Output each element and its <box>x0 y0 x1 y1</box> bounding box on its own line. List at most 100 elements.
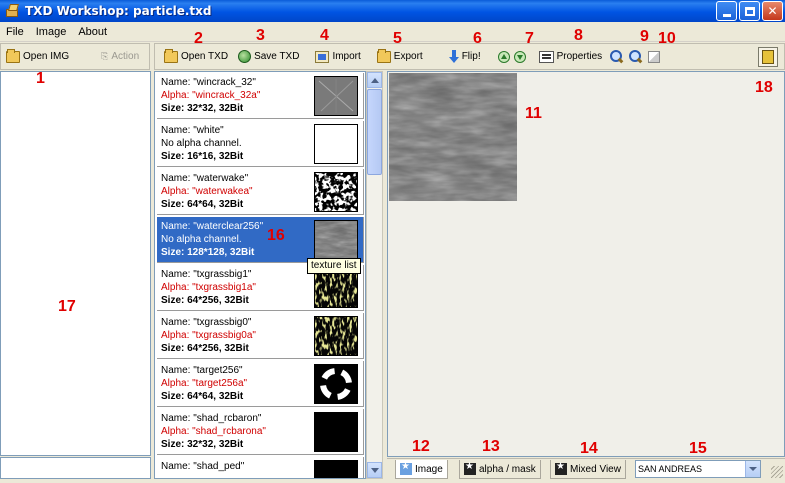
texture-list-scrollbar[interactable] <box>366 71 383 479</box>
zoom-out-button[interactable] <box>626 45 645 68</box>
zoom-in-icon <box>610 50 623 63</box>
export-label: Export <box>393 51 423 62</box>
minimize-button[interactable] <box>716 1 737 21</box>
title-bar[interactable]: TXD Workshop: particle.txd ✕ <box>0 0 785 22</box>
resize-grip[interactable] <box>771 466 783 478</box>
move-up-button[interactable] <box>496 45 512 68</box>
annotation-16: 16 <box>267 227 285 244</box>
texture-size: Size: 64*256, 32Bit <box>161 343 249 354</box>
texture-list[interactable]: Name: "wincrack_32" Alpha: "wincrack_32a"… <box>154 71 366 479</box>
texture-alpha: Alpha: "wincrack_32a" <box>161 90 261 101</box>
move-up-icon <box>497 50 510 63</box>
img-toolbar: Open IMG ⎘ Action <box>0 43 150 70</box>
save-icon <box>238 50 252 63</box>
tab-alpha-label: alpha / mask <box>479 463 536 475</box>
view-tabs: Image alpha / mask Mixed View SAN ANDREA… <box>387 458 785 479</box>
menu-file[interactable]: File <box>0 26 30 38</box>
open-txd-label: Open TXD <box>181 51 229 62</box>
texture-alpha: Alpha: "txgrassbig1a" <box>161 282 256 293</box>
properties-button[interactable]: Properties <box>534 45 608 68</box>
open-img-button[interactable]: Open IMG <box>1 45 74 68</box>
scroll-up-button[interactable] <box>367 72 382 88</box>
flip-button[interactable]: Flip! <box>444 45 486 68</box>
menu-image[interactable]: Image <box>30 26 73 38</box>
texture-list-item[interactable]: Name: "wincrack_32" Alpha: "wincrack_32a"… <box>157 73 364 119</box>
texture-name: Name: "waterclear256" <box>161 221 264 232</box>
texture-list-tooltip: texture list <box>307 258 361 274</box>
tab-image-label: Image <box>415 463 443 475</box>
tab-alpha-mask[interactable]: alpha / mask <box>459 460 541 479</box>
texture-thumbnail <box>314 412 358 452</box>
annotation-14: 14 <box>580 440 598 457</box>
tab-mixed-label: Mixed View <box>570 463 621 475</box>
texture-alpha: Alpha: "txgrassbig0a" <box>161 330 256 341</box>
scrollbar-thumb[interactable] <box>367 89 382 175</box>
texture-size: Size: 128*128, 32Bit <box>161 247 255 258</box>
properties-label: Properties <box>556 51 603 62</box>
annotation-4: 4 <box>320 27 329 44</box>
fit-view-button[interactable] <box>645 45 663 68</box>
minimize-icon <box>722 13 731 17</box>
texture-thumbnail <box>314 364 358 404</box>
close-button[interactable]: ✕ <box>762 1 783 21</box>
arrow-down-icon <box>448 49 459 64</box>
close-icon: ✕ <box>767 4 778 18</box>
zoom-in-button[interactable] <box>607 45 626 68</box>
img-file-list[interactable] <box>0 71 151 456</box>
save-txd-button[interactable]: Save TXD <box>233 45 304 68</box>
annotation-5: 5 <box>393 30 402 47</box>
annotation-11: 11 <box>525 105 542 122</box>
texture-list-item[interactable]: Name: "txgrassbig0" Alpha: "txgrassbig0a"… <box>157 313 364 359</box>
img-search-input[interactable] <box>0 457 151 479</box>
texture-size: Size: 64*256, 32Bit <box>161 295 249 306</box>
texture-name: Name: "white" <box>161 125 224 136</box>
texture-list-item[interactable]: Name: "shad_ped" <box>157 457 364 478</box>
texture-list-item[interactable]: Name: "shad_rcbaron" Alpha: "shad_rcbaron… <box>157 409 364 455</box>
fit-view-icon <box>648 50 661 63</box>
texture-list-item[interactable]: Name: "white" No alpha channel. Size: 16*1… <box>157 121 364 167</box>
window-title: TXD Workshop: particle.txd <box>25 4 212 18</box>
texture-thumbnail <box>314 316 358 356</box>
texture-thumbnail <box>314 460 358 478</box>
texture-thumbnail <box>314 76 358 116</box>
texture-size: Size: 32*32, 32Bit <box>161 103 244 114</box>
app-icon[interactable] <box>4 3 20 19</box>
chevron-down-icon[interactable] <box>745 461 760 477</box>
import-button[interactable]: Import <box>310 45 365 68</box>
export-button[interactable]: Export <box>372 45 428 68</box>
annotation-18: 18 <box>755 79 773 96</box>
texture-alpha: Alpha: "target256a" <box>161 378 248 389</box>
folder-icon <box>164 48 178 63</box>
image-icon <box>400 461 412 475</box>
notes-icon[interactable] <box>758 47 778 67</box>
texture-alpha: No alpha channel. <box>161 138 242 149</box>
move-down-button[interactable] <box>512 45 528 68</box>
maximize-button[interactable] <box>739 1 760 21</box>
game-select[interactable]: SAN ANDREAS <box>635 460 761 478</box>
texture-name: Name: "txgrassbig1" <box>161 269 252 280</box>
texture-thumbnail <box>314 172 358 212</box>
texture-list-item[interactable]: Name: "target256" Alpha: "target256a" Size… <box>157 361 364 407</box>
annotation-9: 9 <box>640 28 649 45</box>
open-txd-button[interactable]: Open TXD <box>159 45 233 68</box>
annotation-12: 12 <box>412 438 430 455</box>
menu-about[interactable]: About <box>72 26 113 38</box>
maximize-icon <box>744 6 755 16</box>
action-button[interactable]: ⎘ Action <box>96 45 144 68</box>
texture-list-item[interactable]: Name: "waterwake" Alpha: "waterwakea" Size… <box>157 169 364 215</box>
texture-alpha: No alpha channel. <box>161 234 242 245</box>
texture-size: Size: 32*32, 32Bit <box>161 439 244 450</box>
texture-name: Name: "shad_ped" <box>161 461 245 472</box>
texture-thumbnail <box>314 268 358 308</box>
annotation-15: 15 <box>689 440 707 457</box>
texture-thumbnail <box>314 220 358 260</box>
texture-size: Size: 64*64, 32Bit <box>161 199 244 210</box>
import-icon <box>315 50 330 63</box>
scroll-down-button[interactable] <box>367 462 382 478</box>
properties-icon <box>538 50 554 63</box>
tab-image[interactable]: Image <box>395 460 448 479</box>
texture-name: Name: "wincrack_32" <box>161 77 256 88</box>
texture-list-item[interactable]: Name: "waterclear256" No alpha channel. Si… <box>157 217 364 263</box>
texture-preview[interactable] <box>387 71 785 457</box>
tab-mixed-view[interactable]: Mixed View <box>550 460 626 479</box>
